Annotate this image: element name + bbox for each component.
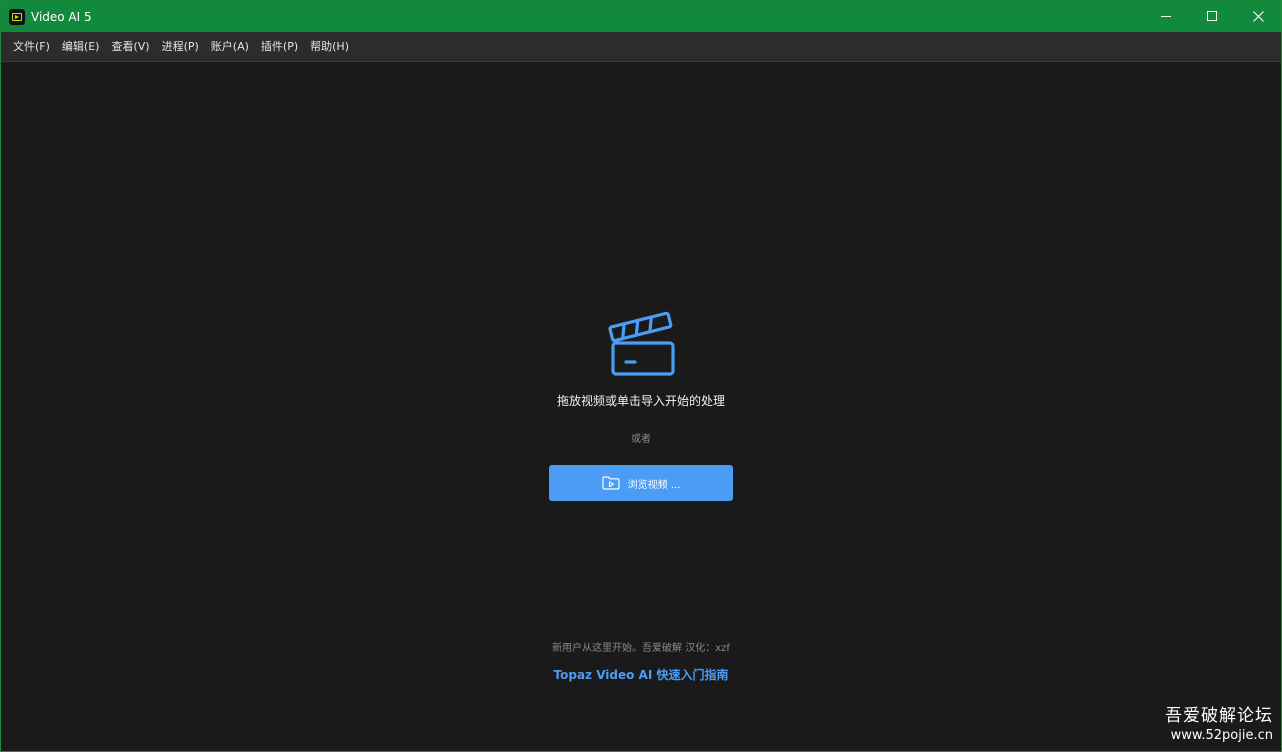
menu-view[interactable]: 查看(V) [105,32,155,62]
maximize-icon [1206,11,1217,21]
browse-videos-button[interactable]: 浏览视频 ... [549,465,733,501]
quick-start-guide-link[interactable]: Topaz Video AI 快速入门指南 [441,666,841,683]
clapperboard-icon [608,311,675,376]
drop-prompt: 拖放视频或单击导入开始的处理 [556,394,725,408]
watermark: 吾爱破解论坛 www.52pojie.cn [1165,701,1273,743]
menu-plugins[interactable]: 插件(P) [255,32,304,62]
watermark-title: 吾爱破解论坛 [1165,706,1273,726]
menu-edit[interactable]: 编辑(E) [56,32,106,62]
or-label: 或者 [631,434,651,445]
close-button[interactable] [1235,1,1281,32]
watermark-url: www.52pojie.cn [1170,728,1273,743]
menu-account[interactable]: 账户(A) [205,32,255,62]
app-window: Video AI 5 文件(F) 编辑(E) 查看(V) 进程(P) 账户(A)… [0,0,1282,752]
drop-zone[interactable]: 拖放视频或单击导入开始的处理 或者 浏览视频 ... 新用户从这里开始。吾爱破解… [1,63,1281,751]
minimize-button[interactable] [1143,1,1189,32]
close-icon [1252,11,1264,22]
video-folder-icon [602,476,620,490]
title-bar[interactable]: Video AI 5 [1,1,1281,32]
menu-help[interactable]: 帮助(H) [304,32,355,62]
menu-file[interactable]: 文件(F) [7,32,56,62]
minimize-icon [1160,16,1171,17]
maximize-button[interactable] [1189,1,1235,32]
window-title: Video AI 5 [31,9,92,24]
window-controls [1143,1,1281,32]
app-logo-icon [9,8,25,25]
browse-button-label: 浏览视频 ... [627,479,681,491]
menu-bar: 文件(F) 编辑(E) 查看(V) 进程(P) 账户(A) 插件(P) 帮助(H… [1,32,1281,62]
menu-process[interactable]: 进程(P) [156,32,205,62]
footer-note: 新用户从这里开始。吾爱破解 汉化：xzf [552,643,730,654]
